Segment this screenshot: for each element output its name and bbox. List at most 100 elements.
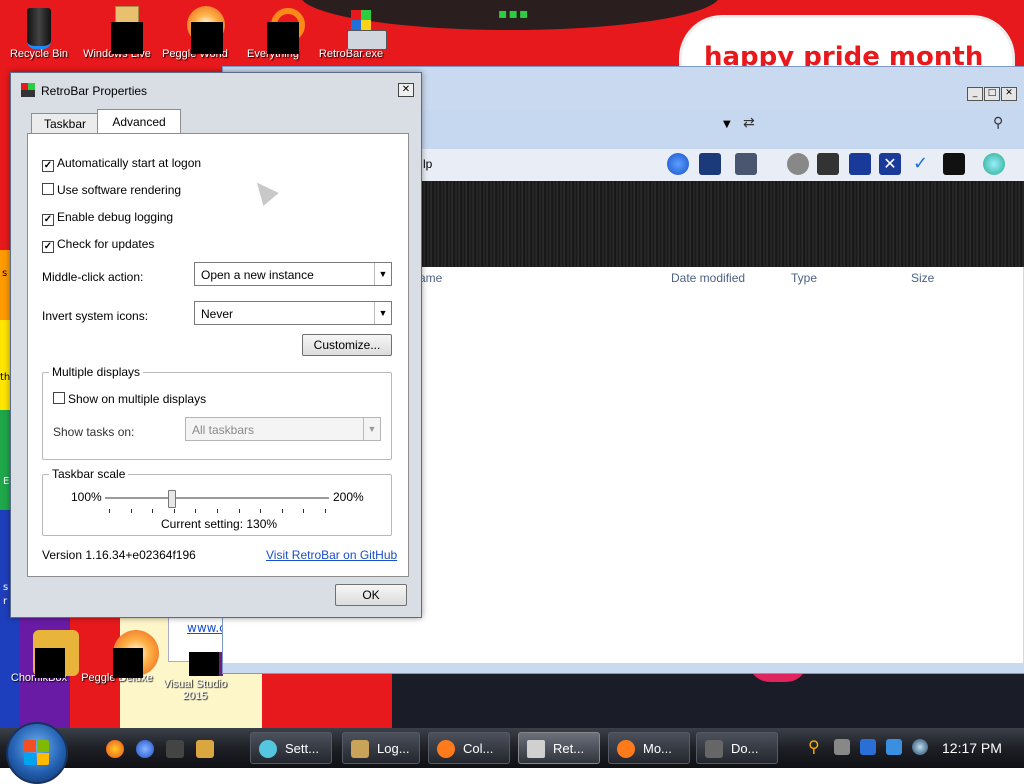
invert-icons-select[interactable]: Never ▼ <box>194 301 392 325</box>
checkbox-box[interactable]: ✓ <box>42 241 54 253</box>
taskbar-item-retrobar[interactable]: Ret... <box>518 732 600 764</box>
firefox-icon <box>617 740 635 758</box>
advanced-panel: ✓ Automatically start at logon Use softwa… <box>27 133 409 577</box>
checkbox-label: Use software rendering <box>57 183 182 197</box>
autostart-checkbox[interactable]: ✓ Automatically start at logon <box>42 156 201 172</box>
browser-link-text: www.c <box>187 621 226 635</box>
middle-click-label: Middle-click action: <box>42 270 144 284</box>
multiple-displays-group: Multiple displays Show on multiple displ… <box>42 365 392 460</box>
taskbar-item-label: Do... <box>731 741 759 756</box>
column-size[interactable]: Size <box>911 271 934 285</box>
search-tray-icon[interactable]: ⚲ <box>808 739 824 755</box>
slider-tick <box>217 509 218 513</box>
taskbar-clock[interactable]: 12:17 PM <box>942 740 1002 756</box>
media-quicklaunch-icon[interactable] <box>196 740 214 758</box>
column-date-modified[interactable]: Date modified <box>671 271 745 285</box>
taskbar-item-settings[interactable]: Sett... <box>250 732 332 764</box>
start-button[interactable] <box>6 722 68 784</box>
taskbar-item-log[interactable]: Log... <box>342 732 420 764</box>
software-rendering-checkbox[interactable]: Use software rendering <box>42 183 181 197</box>
dropdown-arrow-icon[interactable]: ▼ <box>723 119 731 130</box>
taskbar: Sett... Log... Col... Ret... Mo... Do...… <box>0 722 1024 784</box>
settings-tray-icon[interactable] <box>834 739 850 755</box>
document-icon[interactable] <box>849 153 871 175</box>
dialog-close-button[interactable]: ✕ <box>398 83 414 97</box>
group-title: Taskbar scale <box>49 467 129 481</box>
slider-tick <box>130 509 132 513</box>
toolbar-partial-label: lp <box>423 157 433 171</box>
version-label: Version 1.16.34+e02364f196 <box>42 548 196 562</box>
taskbar-item-do[interactable]: Do... <box>696 732 778 764</box>
slider-tick <box>173 509 175 513</box>
maximize-button[interactable]: □ <box>984 87 1000 101</box>
monitor-icon[interactable] <box>699 153 721 175</box>
github-link[interactable]: Visit RetroBar on GitHub <box>266 548 397 562</box>
taskbar-item-label: Log... <box>377 741 410 756</box>
dialog-titlebar[interactable]: RetroBar Properties ✕ <box>11 73 421 107</box>
taskbar-item-mo[interactable]: Mo... <box>608 732 690 764</box>
chevron-down-icon[interactable]: ▼ <box>374 302 391 324</box>
checkbox-box[interactable] <box>53 392 65 404</box>
properties-icon[interactable] <box>735 153 757 175</box>
windows-live-shortcut[interactable]: Windows Live <box>78 6 156 60</box>
browser-quicklaunch-icon[interactable] <box>136 740 154 758</box>
check-updates-checkbox[interactable]: ✓ Check for updates <box>42 237 154 253</box>
tab-advanced[interactable]: Advanced <box>97 109 181 134</box>
shield-tray-icon[interactable] <box>860 739 876 755</box>
scale-slider-track[interactable] <box>105 497 329 500</box>
group-title: Multiple displays <box>49 365 144 379</box>
slider-tick <box>281 509 283 513</box>
check-icon[interactable]: ✓ <box>913 153 935 175</box>
debug-logging-checkbox[interactable]: ✓ Enable debug logging <box>42 210 173 226</box>
taskbar-item-label: Ret... <box>553 741 585 756</box>
firefox-quicklaunch-icon[interactable] <box>106 740 124 758</box>
checkbox-box[interactable]: ✓ <box>42 160 54 172</box>
recycle-bin-shortcut[interactable]: Recycle Bin <box>0 6 78 60</box>
refresh-icon[interactable]: ⇄ <box>743 115 755 131</box>
slider-tick <box>260 509 262 513</box>
everything-shortcut[interactable]: Everything <box>234 6 312 60</box>
close-button[interactable]: ✕ <box>1001 87 1017 101</box>
delete-icon[interactable]: ✕ <box>879 153 901 175</box>
globe-icon[interactable] <box>983 153 1005 175</box>
checkbox-box[interactable]: ✓ <box>42 214 54 226</box>
minimize-button[interactable]: _ <box>967 87 983 101</box>
window-controls: _ □ ✕ <box>967 87 1017 101</box>
firefox-icon <box>437 740 455 758</box>
show-tasks-select: All taskbars ▼ <box>185 417 381 441</box>
taskbar-item-label: Col... <box>463 741 494 756</box>
scale-slider-thumb[interactable] <box>168 490 177 508</box>
network-tray-icon[interactable] <box>886 739 902 755</box>
edge-letter: s <box>3 582 9 593</box>
edge-letter: r <box>3 596 8 607</box>
show-multiple-displays-checkbox[interactable]: Show on multiple displays <box>53 392 206 406</box>
drive-icon[interactable] <box>943 153 965 175</box>
column-name[interactable]: ame <box>419 271 442 285</box>
slider-tick <box>109 509 110 513</box>
scale-max-label: 200% <box>333 490 364 504</box>
ok-button[interactable]: OK <box>335 584 407 606</box>
slider-ticks <box>43 509 391 515</box>
volume-tray-icon[interactable] <box>912 739 928 755</box>
customize-button[interactable]: Customize... <box>302 334 392 356</box>
peggle-world-shortcut[interactable]: Peggle World <box>156 6 234 60</box>
peggle-deluxe-shortcut[interactable]: Peggle Deluxe <box>78 630 159 684</box>
current-setting-label: Current setting: 130% <box>161 517 278 531</box>
chevron-down-icon[interactable]: ▼ <box>374 263 391 285</box>
slider-tick <box>238 509 240 513</box>
checkbox-box[interactable] <box>42 183 54 195</box>
peggle-deluxe-icon <box>97 630 159 678</box>
copy-icon[interactable] <box>817 153 839 175</box>
taskbar-item-col[interactable]: Col... <box>428 732 510 764</box>
column-type[interactable]: Type <box>791 271 817 285</box>
search-icon[interactable]: ⚲ <box>993 115 1003 131</box>
slider-tick <box>195 509 197 513</box>
cube-quicklaunch-icon[interactable] <box>166 740 184 758</box>
camera-icon[interactable] <box>787 153 809 175</box>
up-arrow-icon[interactable] <box>667 153 689 175</box>
retrobar-exe-shortcut[interactable]: RetroBar.exe <box>312 6 390 60</box>
scale-min-label: 100% <box>71 490 102 504</box>
tab-taskbar[interactable]: Taskbar <box>31 113 99 134</box>
middle-click-select[interactable]: Open a new instance ▼ <box>194 262 392 286</box>
chomikbox-shortcut[interactable]: ChomikBox <box>0 630 79 684</box>
